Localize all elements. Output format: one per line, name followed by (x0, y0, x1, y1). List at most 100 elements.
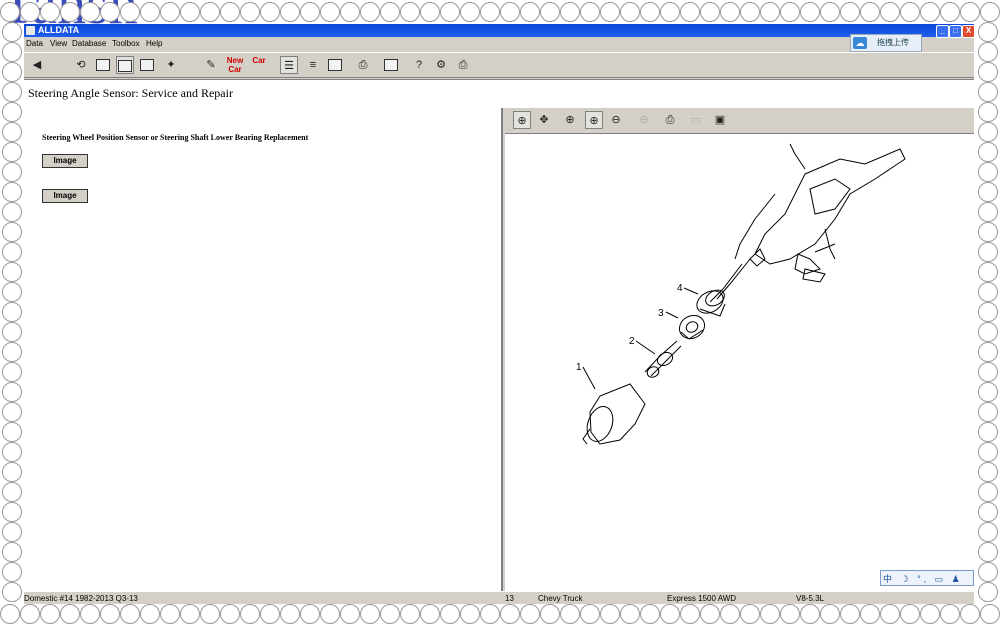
scallop-decoration (940, 2, 960, 22)
scallop-decoration (2, 522, 22, 542)
scallop-decoration (2, 162, 22, 182)
scallop-decoration (320, 2, 340, 22)
scallop-decoration (978, 282, 998, 302)
scallop-decoration (2, 242, 22, 262)
edit-icon[interactable] (116, 56, 134, 74)
wrench-icon[interactable]: ✎ (202, 56, 220, 74)
viewer-toolbar: ⊕ ✥ ⊕ ⊕ ⊖ ⊖ ⎙ ▭ ▣ (505, 108, 974, 134)
print-icon[interactable]: ⎙ (354, 56, 372, 74)
scallop-decoration (2, 422, 22, 442)
camera-icon[interactable] (326, 56, 344, 74)
scallop-decoration (980, 604, 1000, 624)
zoom-in-icon[interactable]: ⊕ (513, 111, 531, 129)
app-icon (26, 26, 35, 35)
scallop-decoration (340, 2, 360, 22)
scallop-decoration (540, 604, 560, 624)
help-icon[interactable]: ? (410, 56, 428, 74)
scallop-decoration (880, 2, 900, 22)
window-title: ALLDATA (38, 25, 80, 35)
scallop-decoration (720, 2, 740, 22)
menu-toolbox[interactable]: Toolbox (112, 37, 140, 50)
scallop-decoration (840, 604, 860, 624)
scallop-decoration (560, 604, 580, 624)
callout-1: 1 (576, 362, 582, 373)
text-view-icon[interactable]: ≡ (304, 56, 322, 74)
new-car-button[interactable]: New Car (226, 56, 244, 74)
save-image-icon[interactable]: ▣ (711, 111, 729, 129)
image-button-2[interactable]: Image (42, 189, 88, 203)
zoom-minus-icon[interactable]: ⊖ (607, 111, 625, 129)
upload-label: 拖拽上传 (877, 38, 909, 47)
steering-column-diagram: 4 3 2 1 (576, 143, 906, 445)
scallop-decoration (978, 482, 998, 502)
menu-database[interactable]: Database (72, 37, 106, 50)
zoom-out-icon: ⊖ (639, 114, 649, 126)
printer-icon[interactable]: ⎙ (454, 56, 472, 74)
scallop-decoration (420, 604, 440, 624)
scallop-decoration (900, 604, 920, 624)
scallop-decoration (978, 322, 998, 342)
scallop-decoration (2, 22, 22, 42)
input-method-bar[interactable]: 中 ☽ °, ▭ ♟ ✱ (880, 570, 974, 600)
scallop-decoration (2, 262, 22, 282)
scallop-decoration (860, 2, 880, 22)
menu-help[interactable]: Help (146, 37, 162, 50)
scallop-decoration (978, 142, 998, 162)
print-image-icon[interactable]: ⎙ (661, 111, 679, 129)
display-icon[interactable] (138, 56, 156, 74)
back-arrow-icon[interactable]: ◀ (28, 56, 46, 74)
tools-icon[interactable]: ⚙ (432, 56, 450, 74)
scallop-decoration (240, 604, 260, 624)
scallop-decoration (100, 604, 120, 624)
scallop-decoration (500, 604, 520, 624)
scallop-decoration (380, 604, 400, 624)
history-icon[interactable]: ⟲ (72, 56, 90, 74)
scallop-decoration (2, 322, 22, 342)
scallop-decoration (2, 142, 22, 162)
car-button[interactable]: Car (250, 56, 268, 74)
scallop-decoration (978, 422, 998, 442)
scallop-decoration (840, 2, 860, 22)
status-domestic: Domestic #14 1982-2013 Q3-13 (24, 594, 138, 603)
scallop-decoration (520, 604, 540, 624)
scallop-decoration (520, 2, 540, 22)
pan-icon[interactable]: ✥ (535, 111, 553, 129)
scallop-decoration (120, 604, 140, 624)
scallop-decoration (978, 102, 998, 122)
cloud-icon: ☁ (853, 37, 867, 49)
image-button-1[interactable]: Image (42, 154, 88, 168)
scallop-decoration (978, 402, 998, 422)
scallop-decoration (640, 2, 660, 22)
scallop-decoration (2, 482, 22, 502)
scallop-decoration (2, 82, 22, 102)
upload-toolbar[interactable]: ☁ 拖拽上传 (850, 34, 922, 52)
zoom-area-icon[interactable]: ⊕ (561, 111, 579, 129)
scallop-decoration (978, 182, 998, 202)
scallop-decoration (880, 604, 900, 624)
notes-icon[interactable] (382, 56, 400, 74)
scallop-decoration (978, 522, 998, 542)
scallop-decoration (360, 2, 380, 22)
alldata-window: ALLDATA _ □ X Data View Database Toolbox… (24, 24, 974, 604)
scallop-decoration (420, 2, 440, 22)
scallop-decoration (160, 2, 180, 22)
scallop-decoration (940, 604, 960, 624)
scallop-decoration (978, 82, 998, 102)
zoom-plus-icon[interactable]: ⊕ (585, 111, 603, 129)
scallop-decoration (978, 22, 998, 42)
globe-icon[interactable]: ✦ (162, 56, 180, 74)
scallop-decoration (978, 62, 998, 82)
scallop-decoration (40, 604, 60, 624)
scallop-decoration (2, 462, 22, 482)
scallop-decoration (340, 604, 360, 624)
callout-3: 3 (658, 308, 664, 319)
menu-data[interactable]: Data (26, 37, 43, 50)
scallop-decoration (400, 604, 420, 624)
scallop-decoration (580, 2, 600, 22)
menu-view[interactable]: View (50, 37, 67, 50)
scallop-decoration (180, 604, 200, 624)
scallop-decoration (40, 2, 60, 22)
list-view-icon[interactable]: ☰ (280, 56, 298, 74)
scallop-decoration (978, 562, 998, 582)
folder-icon[interactable] (94, 56, 112, 74)
